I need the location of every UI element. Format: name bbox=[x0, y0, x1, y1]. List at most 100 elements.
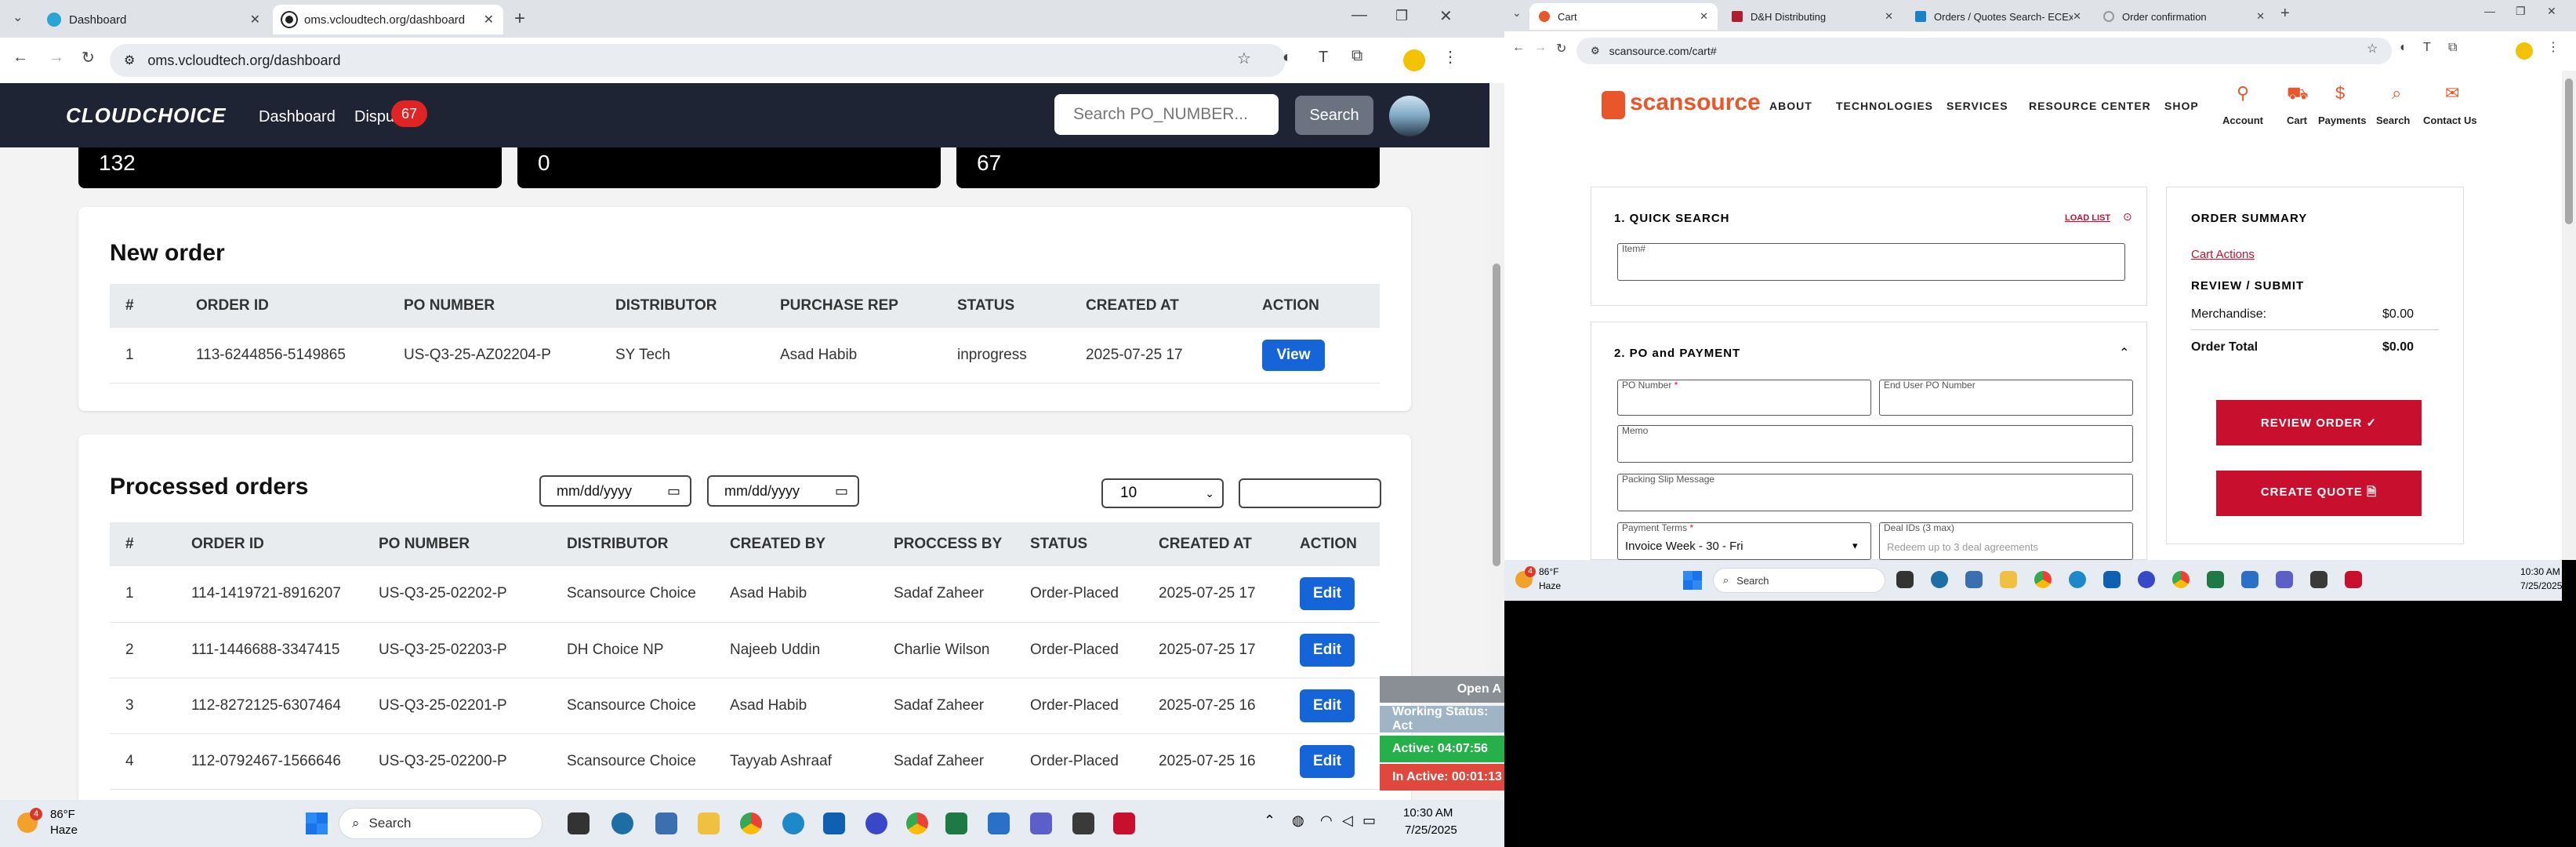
search-icon[interactable]: ⌕ bbox=[2392, 83, 2401, 104]
start-date-input[interactable]: mm/dd/yyyy ▭ bbox=[539, 475, 691, 507]
site-info-icon[interactable]: ⚙ bbox=[1591, 45, 1600, 57]
site-info-icon[interactable]: ⚙ bbox=[124, 53, 135, 68]
calculator-icon[interactable] bbox=[1965, 571, 1983, 588]
app-icon-1[interactable] bbox=[611, 812, 633, 834]
view-button[interactable]: View bbox=[1262, 339, 1325, 371]
table-filter-input[interactable] bbox=[1239, 478, 1381, 508]
right-scrollbar-thumb[interactable] bbox=[2565, 78, 2573, 224]
taskbar-search[interactable]: ⌕ Search bbox=[339, 808, 542, 839]
edit-button[interactable]: Edit bbox=[1300, 633, 1355, 667]
start-windows-icon[interactable] bbox=[306, 812, 328, 834]
outlook-icon[interactable] bbox=[823, 812, 845, 834]
calendar-icon[interactable]: ▭ bbox=[835, 483, 848, 500]
contact-icon[interactable]: ✉ bbox=[2445, 83, 2459, 104]
account-icon[interactable]: ⚲ bbox=[2237, 83, 2249, 104]
edit-button[interactable]: Edit bbox=[1300, 577, 1355, 611]
nav-shop[interactable]: SHOP bbox=[2164, 100, 2199, 112]
chrome-icon[interactable] bbox=[740, 812, 762, 834]
nav-resource-center[interactable]: RESOURCE CENTER bbox=[2029, 100, 2151, 112]
minimize-icon[interactable]: — bbox=[1351, 6, 1367, 24]
right-tab-cart[interactable]: Cart ✕ bbox=[1529, 3, 1718, 30]
edge-icon[interactable] bbox=[2069, 571, 2086, 588]
wifi-icon[interactable]: ◠ bbox=[1320, 812, 1333, 829]
file-explorer-icon[interactable] bbox=[698, 812, 720, 834]
extension-icon[interactable]: ◐ bbox=[2400, 41, 2407, 55]
close-icon[interactable]: ✕ bbox=[1700, 10, 1708, 23]
close-icon[interactable]: ✕ bbox=[250, 12, 260, 27]
cart-icon[interactable]: ⛟ bbox=[2287, 83, 2309, 106]
start-windows-icon[interactable] bbox=[1683, 571, 1702, 590]
po-search-input[interactable] bbox=[1054, 94, 1279, 135]
work-panel-open[interactable]: Open A bbox=[1380, 676, 1504, 703]
page-size-select[interactable]: 10 ⌄ bbox=[1101, 478, 1224, 508]
close-icon[interactable]: ✕ bbox=[2073, 10, 2081, 23]
excel-icon[interactable] bbox=[2207, 571, 2224, 588]
tab-search-icon[interactable]: ⌄ bbox=[1512, 6, 1522, 20]
cart-actions-link[interactable]: Cart Actions bbox=[2191, 248, 2255, 261]
left-tab-oms[interactable]: oms.vcloudtech.org/dashboard ✕ bbox=[273, 5, 503, 35]
taskbar-search[interactable]: ⌕ Search bbox=[1713, 568, 1885, 593]
cart-label[interactable]: Cart bbox=[2287, 115, 2307, 126]
nav-dashboard[interactable]: Dashboard bbox=[259, 108, 336, 126]
extension-icon[interactable]: ◐ bbox=[1283, 49, 1292, 67]
reload-icon[interactable]: ↻ bbox=[82, 48, 95, 67]
end-date-input[interactable]: mm/dd/yyyy ▭ bbox=[707, 475, 859, 507]
reader-icon[interactable]: T bbox=[2423, 41, 2431, 55]
nav-services[interactable]: SERVICES bbox=[1947, 100, 2008, 112]
chrome-icon[interactable] bbox=[2034, 571, 2052, 588]
excel-icon[interactable] bbox=[945, 812, 967, 834]
profile-avatar[interactable] bbox=[2516, 42, 2533, 60]
bookmark-star-icon[interactable]: ☆ bbox=[1237, 49, 1251, 68]
load-list-link[interactable]: LOAD LIST bbox=[2065, 213, 2110, 223]
close-icon[interactable]: ✕ bbox=[484, 12, 494, 27]
clock-time[interactable]: 10:30 AM bbox=[1403, 806, 1453, 820]
profile-avatar[interactable] bbox=[1403, 49, 1425, 71]
clock-date[interactable]: 7/25/2025 bbox=[1405, 823, 1457, 837]
right-tab-confirmation[interactable]: Order confirmation ✕ bbox=[2094, 3, 2274, 30]
payments-icon[interactable]: $ bbox=[2335, 83, 2345, 104]
acrobat-icon[interactable] bbox=[1113, 812, 1135, 834]
teams-icon[interactable] bbox=[2276, 571, 2293, 588]
extensions-puzzle-icon[interactable]: ⧉ bbox=[2448, 41, 2457, 55]
memo-textarea[interactable] bbox=[1617, 425, 2133, 463]
upload-icon[interactable]: ⊙ bbox=[2123, 210, 2132, 224]
window-close-icon[interactable]: ✕ bbox=[1439, 6, 1453, 26]
item-number-input[interactable] bbox=[1617, 243, 2125, 281]
new-tab-icon[interactable]: + bbox=[514, 8, 525, 30]
back-icon[interactable]: ← bbox=[1512, 41, 1525, 55]
tab-search-icon[interactable]: ⌄ bbox=[13, 9, 23, 25]
app-icon-4[interactable] bbox=[1072, 812, 1094, 834]
edit-button[interactable]: Edit bbox=[1300, 689, 1355, 722]
file-explorer-icon[interactable] bbox=[2000, 571, 2017, 588]
acrobat-icon[interactable] bbox=[2345, 571, 2362, 588]
search-label[interactable]: Search bbox=[2376, 115, 2410, 126]
left-tab-dashboard[interactable]: Dashboard ✕ bbox=[38, 5, 270, 35]
app-icon-1[interactable] bbox=[1931, 571, 1948, 588]
forward-icon[interactable]: → bbox=[1534, 41, 1547, 55]
window-close-icon[interactable]: ✕ bbox=[2547, 5, 2556, 18]
menu-icon[interactable]: ⋮ bbox=[2547, 39, 2560, 55]
left-address-bar[interactable]: ⚙ oms.vcloudtech.org/dashboard bbox=[110, 44, 1286, 77]
right-tab-dh[interactable]: D&H Distributing ✕ bbox=[1722, 3, 1903, 30]
account-label[interactable]: Account bbox=[2222, 115, 2263, 126]
back-icon[interactable]: ← bbox=[13, 49, 28, 67]
bookmark-star-icon[interactable]: ☆ bbox=[2367, 41, 2378, 56]
cloudchoice-logo[interactable]: CLOUDCHOICE bbox=[66, 104, 227, 128]
close-icon[interactable]: ✕ bbox=[2256, 10, 2265, 23]
chrome-icon-2[interactable] bbox=[2172, 571, 2190, 588]
reader-icon[interactable]: T bbox=[1319, 49, 1328, 67]
extensions-puzzle-icon[interactable]: ⧉ bbox=[1351, 47, 1362, 65]
nav-about[interactable]: ABOUT bbox=[1769, 100, 1812, 112]
payments-label[interactable]: Payments bbox=[2318, 115, 2366, 126]
volume-icon[interactable]: ◁ bbox=[1342, 812, 1353, 829]
app-icon-3[interactable] bbox=[2241, 571, 2259, 588]
collapse-chevron-icon[interactable]: ⌃ bbox=[2119, 345, 2129, 361]
forward-icon[interactable]: → bbox=[49, 49, 64, 67]
search-button[interactable]: Search bbox=[1295, 96, 1373, 135]
task-view-icon[interactable] bbox=[568, 812, 590, 834]
app-icon-2[interactable] bbox=[865, 812, 887, 834]
app-icon-2[interactable] bbox=[2138, 571, 2155, 588]
outlook-icon[interactable] bbox=[2103, 571, 2121, 588]
app-icon-3[interactable] bbox=[988, 812, 1010, 834]
calculator-icon[interactable] bbox=[655, 812, 677, 834]
